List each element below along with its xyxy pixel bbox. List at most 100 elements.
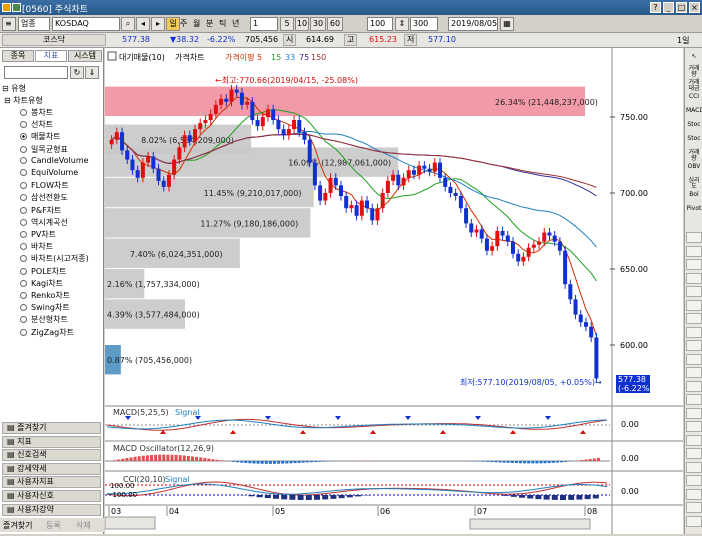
period-month[interactable]: 월 — [193, 18, 206, 29]
radio-icon[interactable] — [20, 194, 27, 201]
indicator-shortcut[interactable]: Bol — [686, 192, 702, 205]
chart-type-item[interactable]: Renko차트 — [20, 290, 70, 301]
indicator-shortcut[interactable]: 거래량 — [686, 150, 702, 163]
chart-type-item[interactable]: 봉차트 — [20, 107, 53, 118]
radio-icon[interactable] — [20, 133, 27, 140]
radio-icon[interactable] — [20, 243, 27, 250]
chart-type-item[interactable]: 삼선전환도 — [20, 192, 68, 203]
download-icon[interactable]: ⇓ — [85, 66, 99, 79]
chart-type-item[interactable]: 바차트(시고저종) — [20, 253, 89, 264]
calendar-icon[interactable]: ▦ — [500, 17, 514, 31]
drawing-tool-icon[interactable] — [686, 394, 702, 405]
radio-icon[interactable] — [20, 316, 27, 323]
chart-type-item[interactable]: 선차트 — [20, 119, 53, 130]
chart-scroll-controls[interactable] — [105, 517, 155, 529]
period-tick[interactable]: 틱 — [219, 18, 232, 29]
period-count-select[interactable]: 1 — [250, 17, 278, 31]
period-week[interactable]: 주 — [180, 18, 193, 29]
chart-area[interactable]: 대기매물(10) 가격차트 가격이평 5 15 33 75 150 26.34%… — [105, 48, 683, 534]
radio-icon[interactable] — [20, 268, 27, 275]
interval-10[interactable]: 10 — [295, 17, 309, 31]
chart-type-item[interactable]: POLE차트 — [20, 266, 66, 277]
chart-type-item[interactable]: CandleVolume — [20, 156, 89, 165]
accordion-item[interactable]: ▤ 사용자강약 — [2, 504, 101, 516]
day-period-button[interactable]: 일 — [166, 17, 180, 31]
drawing-tool-icon[interactable] — [686, 381, 702, 392]
indicator-shortcut[interactable]: Stoc — [686, 122, 702, 135]
zoom-stepper[interactable]: ⇕ — [395, 17, 409, 31]
radio-icon[interactable] — [20, 207, 27, 214]
indicator-shortcut[interactable]: 거래량 — [686, 66, 702, 79]
bottom-tab-delete[interactable]: 삭제 — [76, 520, 91, 531]
indicator-shortcut[interactable]: ↖ — [686, 54, 702, 64]
tab-system[interactable]: 시스템 — [68, 50, 102, 62]
maximize-button[interactable]: □ — [676, 2, 687, 13]
chart-type-item[interactable]: PV차트 — [20, 229, 56, 240]
market-select[interactable]: 업종 — [18, 17, 50, 31]
accordion-item[interactable]: ▤ 신호검색 — [2, 449, 101, 461]
chart-scrollbar[interactable] — [470, 519, 590, 529]
chart-type-item[interactable]: 일목균형표 — [20, 144, 68, 155]
indicator-shortcut[interactable]: OBV — [686, 164, 702, 177]
zoom-input[interactable]: 100 — [367, 17, 393, 31]
drawing-tool-icon[interactable] — [686, 286, 702, 297]
drawing-tool-icon[interactable] — [686, 421, 702, 432]
tab-indicators[interactable]: 지표 — [35, 50, 67, 62]
drawing-tool-icon[interactable] — [686, 300, 702, 311]
chart-type-item[interactable]: Kagi차트 — [20, 278, 63, 289]
tree-group[interactable]: ⊟ 유형 — [2, 83, 26, 94]
accordion-item[interactable]: ▤ 지표 — [2, 436, 101, 448]
legend-checkbox[interactable] — [108, 52, 116, 60]
minimize-button[interactable]: _ — [663, 2, 674, 13]
drawing-tool-icon[interactable] — [686, 448, 702, 459]
drawing-tool-icon[interactable] — [686, 435, 702, 446]
bottom-tab-register[interactable]: 등록 — [46, 520, 61, 531]
bottom-tab-favorites[interactable]: 즐겨찾기 — [3, 520, 32, 531]
accordion-item[interactable]: ▤ 즐겨찾기 — [2, 422, 101, 434]
interval-5[interactable]: 5 — [280, 17, 294, 31]
drawing-tool-icon[interactable] — [686, 408, 702, 419]
tree-subgroup[interactable]: ⊟ 차트유형 — [4, 95, 43, 106]
indicator-shortcut[interactable]: CCI — [686, 94, 702, 107]
interval-60[interactable]: 60 — [327, 17, 343, 31]
stock-chart-svg[interactable]: 대기매물(10) 가격차트 가격이평 5 15 33 75 150 26.34%… — [105, 48, 683, 534]
radio-icon[interactable] — [20, 182, 27, 189]
drawing-tool-icon[interactable] — [686, 367, 702, 378]
index-input[interactable]: KOSDAQ — [52, 17, 120, 31]
chart-type-item[interactable]: 바차트 — [20, 241, 53, 252]
drawing-tool-icon[interactable] — [686, 273, 702, 284]
radio-icon[interactable] — [20, 109, 27, 116]
radio-icon[interactable] — [20, 157, 27, 164]
chart-type-item[interactable]: 매물차트 — [20, 131, 60, 142]
chart-type-item[interactable]: ZigZag차트 — [20, 327, 74, 338]
menu-icon[interactable]: ≡ — [2, 17, 16, 31]
help-button[interactable]: ? — [650, 2, 661, 13]
search-icon[interactable]: ⌕ — [121, 17, 135, 31]
drawing-tool-icon[interactable] — [686, 246, 702, 257]
drawing-tool-icon[interactable] — [686, 313, 702, 324]
period-minute[interactable]: 분 — [206, 18, 219, 29]
chart-type-item[interactable]: FLOW차트 — [20, 180, 69, 191]
drawing-tool-icon[interactable] — [686, 259, 702, 270]
drawing-tool-icon[interactable] — [686, 354, 702, 365]
indicator-shortcut[interactable]: 거래대금 — [686, 80, 702, 93]
indicator-shortcut[interactable]: 심리도 — [686, 178, 702, 191]
indicator-shortcut[interactable]: MACD — [686, 108, 702, 121]
chart-type-item[interactable]: P&F차트 — [20, 205, 61, 216]
date-input[interactable]: 2019/08/05 — [448, 17, 498, 31]
interval-30[interactable]: 30 — [310, 17, 326, 31]
accordion-item[interactable]: ▤ 강세약세 — [2, 463, 101, 475]
accordion-item[interactable]: ▤ 사용자신호 — [2, 490, 101, 502]
radio-icon[interactable] — [20, 255, 27, 262]
radio-icon[interactable] — [20, 292, 27, 299]
drawing-tool-icon[interactable] — [686, 475, 702, 486]
chart-type-item[interactable]: 역시계곡선 — [20, 217, 68, 228]
chart-type-item[interactable]: Swing차트 — [20, 302, 70, 313]
next-icon[interactable]: ▸ — [151, 17, 165, 31]
chart-type-item[interactable]: 분산형차트 — [20, 314, 68, 325]
drawing-tool-icon[interactable] — [686, 516, 702, 527]
radio-icon[interactable] — [20, 304, 27, 311]
radio-icon[interactable] — [20, 169, 27, 176]
drawing-tool-icon[interactable] — [686, 340, 702, 351]
drawing-tool-icon[interactable] — [686, 502, 702, 513]
